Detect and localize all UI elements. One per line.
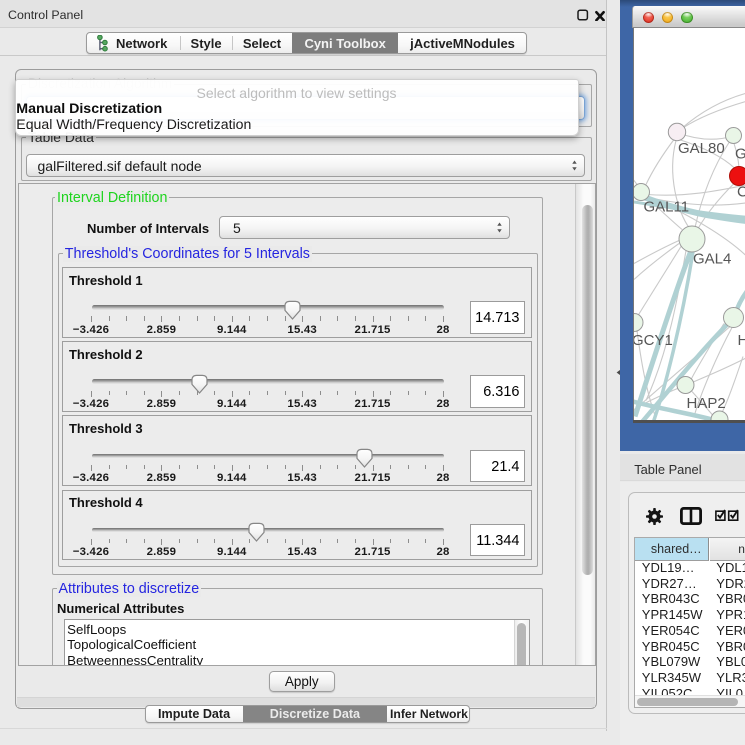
svg-text:GAL11: GAL11: [644, 198, 690, 215]
svg-text:HAP2: HAP2: [687, 395, 726, 412]
svg-text:GAL4: GAL4: [693, 250, 731, 267]
svg-text:GAL80: GAL80: [678, 140, 725, 157]
svg-text:C: C: [737, 183, 745, 200]
svg-text:H: H: [738, 332, 745, 349]
svg-text:GA: GA: [735, 145, 745, 162]
svg-text:GCY1: GCY1: [634, 332, 673, 349]
